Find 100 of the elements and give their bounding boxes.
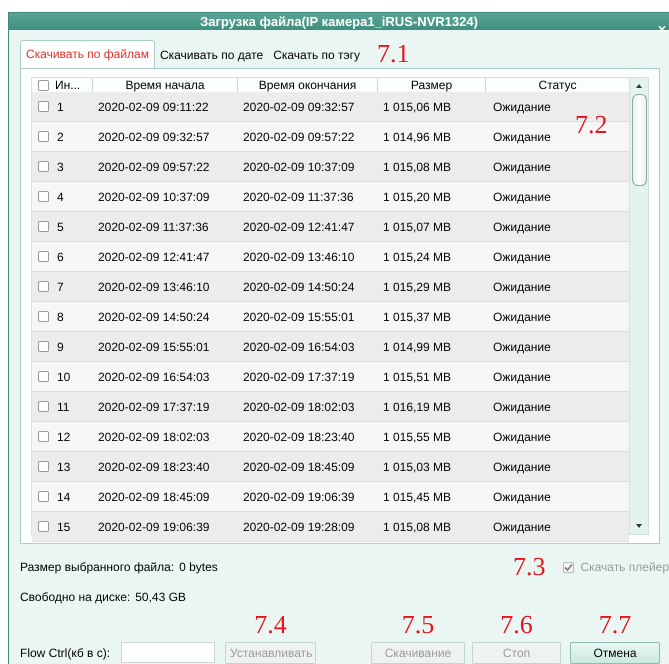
table-cell: Ожидание xyxy=(493,400,551,414)
table-cell: 4 xyxy=(57,190,64,204)
table-cell: Ожидание xyxy=(493,190,551,204)
table-cell: 6 xyxy=(57,250,64,264)
checkbox[interactable] xyxy=(38,251,49,262)
table-cell: 1 015,06 MB xyxy=(383,100,452,114)
annotation-label: 7.5 xyxy=(402,612,434,638)
table-cell: 10 xyxy=(57,370,70,384)
table-cell: 1 015,20 MB xyxy=(383,190,452,204)
scroll-down-icon[interactable] xyxy=(636,524,642,528)
table-cell: 5 xyxy=(57,220,64,234)
table-cell: 2 xyxy=(57,130,64,144)
table-cell: Ожидание xyxy=(493,340,551,354)
table-row[interactable]: 10 2020-02-09 16:54:03 2020-02-09 17:37:19 1 015,51 MB Ожидание xyxy=(32,362,629,392)
table-cell: 2020-02-09 19:06:39 xyxy=(243,490,354,504)
table-cell: 2020-02-09 15:55:01 xyxy=(243,310,354,324)
field-label: Размер выбранного файла: xyxy=(20,560,174,574)
tab[interactable]: Скачать по тэгу xyxy=(268,42,366,68)
table-cell: 2020-02-09 16:54:03 xyxy=(243,340,354,354)
checkbox[interactable] xyxy=(38,341,49,352)
tab[interactable]: Скачивать по файлам xyxy=(20,40,155,68)
table-cell: 3 xyxy=(57,160,64,174)
table-cell: 2020-02-09 11:37:36 xyxy=(98,220,209,234)
checkbox[interactable] xyxy=(38,521,49,532)
table-cell: 2020-02-09 12:41:47 xyxy=(243,220,354,234)
table-cell: 2020-02-09 18:02:03 xyxy=(243,400,354,414)
checkbox[interactable] xyxy=(38,431,49,442)
table-cell: Ожидание xyxy=(493,250,551,264)
column-header[interactable]: Ин... xyxy=(55,78,80,92)
scrollbar[interactable] xyxy=(629,78,648,534)
table-cell: Ожидание xyxy=(493,520,551,534)
table-cell: 11 xyxy=(57,400,70,414)
checkbox[interactable] xyxy=(38,161,49,172)
checkbox[interactable] xyxy=(38,80,49,90)
tab[interactable]: Скачивать по дате xyxy=(154,42,268,68)
table-row[interactable]: 9 2020-02-09 15:55:01 2020-02-09 16:54:03 1 014,99 MB Ожидание xyxy=(32,332,629,362)
table-row[interactable]: 3 2020-02-09 09:57:22 2020-02-09 10:37:09 1 015,08 MB Ожидание xyxy=(32,152,629,182)
table-row[interactable]: 14 2020-02-09 18:45:09 2020-02-09 19:06:39 1 015,45 MB Ожидание xyxy=(32,482,629,512)
table-cell: Ожидание xyxy=(493,460,551,474)
table-row[interactable]: 8 2020-02-09 14:50:24 2020-02-09 15:55:01 1 015,37 MB Ожидание xyxy=(32,302,629,332)
table-cell: 12 xyxy=(57,430,70,444)
column-header[interactable]: Размер xyxy=(410,78,452,92)
table-cell: Ожидание xyxy=(493,490,551,504)
table-cell: Ожидание xyxy=(493,100,551,114)
table-cell: 1 014,99 MB xyxy=(383,340,452,354)
table-row[interactable]: 5 2020-02-09 11:37:36 2020-02-09 12:41:47 1 015,07 MB Ожидание xyxy=(32,212,629,242)
table-cell: Ожидание xyxy=(493,130,551,144)
checkbox[interactable] xyxy=(38,131,49,142)
table-cell: 2020-02-09 10:37:09 xyxy=(243,160,354,174)
column-header[interactable]: Время начала xyxy=(125,78,205,92)
table-cell: 1 xyxy=(57,100,64,114)
table-cell: 1 014,96 MB xyxy=(383,130,452,144)
button[interactable]: Отмена xyxy=(570,642,660,664)
table-row[interactable]: 12 2020-02-09 18:02:03 2020-02-09 18:23:40 1 015,55 MB Ожидание xyxy=(32,422,629,452)
scrollbar-thumb[interactable] xyxy=(632,94,646,186)
column-header[interactable]: Время окончания xyxy=(258,78,356,92)
checkbox[interactable] xyxy=(38,221,49,232)
table-cell: 2020-02-09 18:45:09 xyxy=(98,490,210,504)
table-cell: 1 015,07 MB xyxy=(383,220,452,234)
column-header[interactable]: Статус xyxy=(538,78,576,92)
field-value: 0 bytes xyxy=(179,560,218,574)
table-cell: 2020-02-09 18:45:09 xyxy=(243,460,354,474)
checkbox[interactable] xyxy=(38,101,49,112)
checkbox[interactable] xyxy=(38,191,49,202)
table-cell: 2020-02-09 12:41:47 xyxy=(98,250,210,264)
checkbox[interactable] xyxy=(38,461,49,472)
checkbox[interactable] xyxy=(38,281,49,292)
table-row[interactable]: 15 2020-02-09 19:06:39 2020-02-09 19:28:09 1 015,08 MB Ожидание xyxy=(32,512,629,542)
table-cell: 1 015,45 MB xyxy=(383,490,452,504)
table-cell: 1 015,29 MB xyxy=(383,280,452,294)
table-cell: Ожидание xyxy=(493,160,551,174)
checkbox[interactable] xyxy=(38,311,49,322)
checkbox[interactable] xyxy=(38,401,49,412)
table-cell: 2020-02-09 15:55:01 xyxy=(98,340,210,354)
table-cell: 2020-02-09 17:37:19 xyxy=(243,370,354,384)
table-cell: 2020-02-09 09:57:22 xyxy=(243,130,354,144)
table-cell: 8 xyxy=(57,310,64,324)
table-cell: 15 xyxy=(57,520,70,534)
window-title: Загрузка файла(IP камера1_iRUS-NVR1324) xyxy=(200,14,478,29)
checkbox[interactable] xyxy=(38,371,49,382)
table-cell: 7 xyxy=(57,280,64,294)
table-cell: 2020-02-09 13:46:10 xyxy=(98,280,210,294)
scroll-up-icon[interactable] xyxy=(636,84,642,88)
table-row[interactable]: 6 2020-02-09 12:41:47 2020-02-09 13:46:10 1 015,24 MB Ожидание xyxy=(32,242,629,272)
table-cell: Ожидание xyxy=(493,310,551,324)
table-row[interactable]: 7 2020-02-09 13:46:10 2020-02-09 14:50:24 1 015,29 MB Ожидание xyxy=(32,272,629,302)
input-field[interactable] xyxy=(121,642,215,663)
field-label: Flow Ctrl(кб в с): xyxy=(20,646,112,660)
annotation-label: 7.1 xyxy=(377,41,410,67)
table-cell: 2020-02-09 09:32:57 xyxy=(243,100,354,114)
table-cell: 1 015,24 MB xyxy=(383,250,452,264)
table-row[interactable]: 13 2020-02-09 18:23:40 2020-02-09 18:45:09 1 015,03 MB Ожидание xyxy=(32,452,629,482)
checkbox[interactable] xyxy=(38,491,49,502)
annotation-label: 7.3 xyxy=(512,554,546,580)
table-cell: 1 015,03 MB xyxy=(383,460,452,474)
table-cell: 2020-02-09 09:11:22 xyxy=(98,100,209,114)
table-cell: 13 xyxy=(57,460,70,474)
table-row[interactable]: 11 2020-02-09 17:37:19 2020-02-09 18:02:03 1 016,19 MB Ожидание xyxy=(32,392,629,422)
table-row[interactable]: 4 2020-02-09 10:37:09 2020-02-09 11:37:36 1 015,20 MB Ожидание xyxy=(32,182,629,212)
table-cell: 2020-02-09 18:02:03 xyxy=(98,430,210,444)
